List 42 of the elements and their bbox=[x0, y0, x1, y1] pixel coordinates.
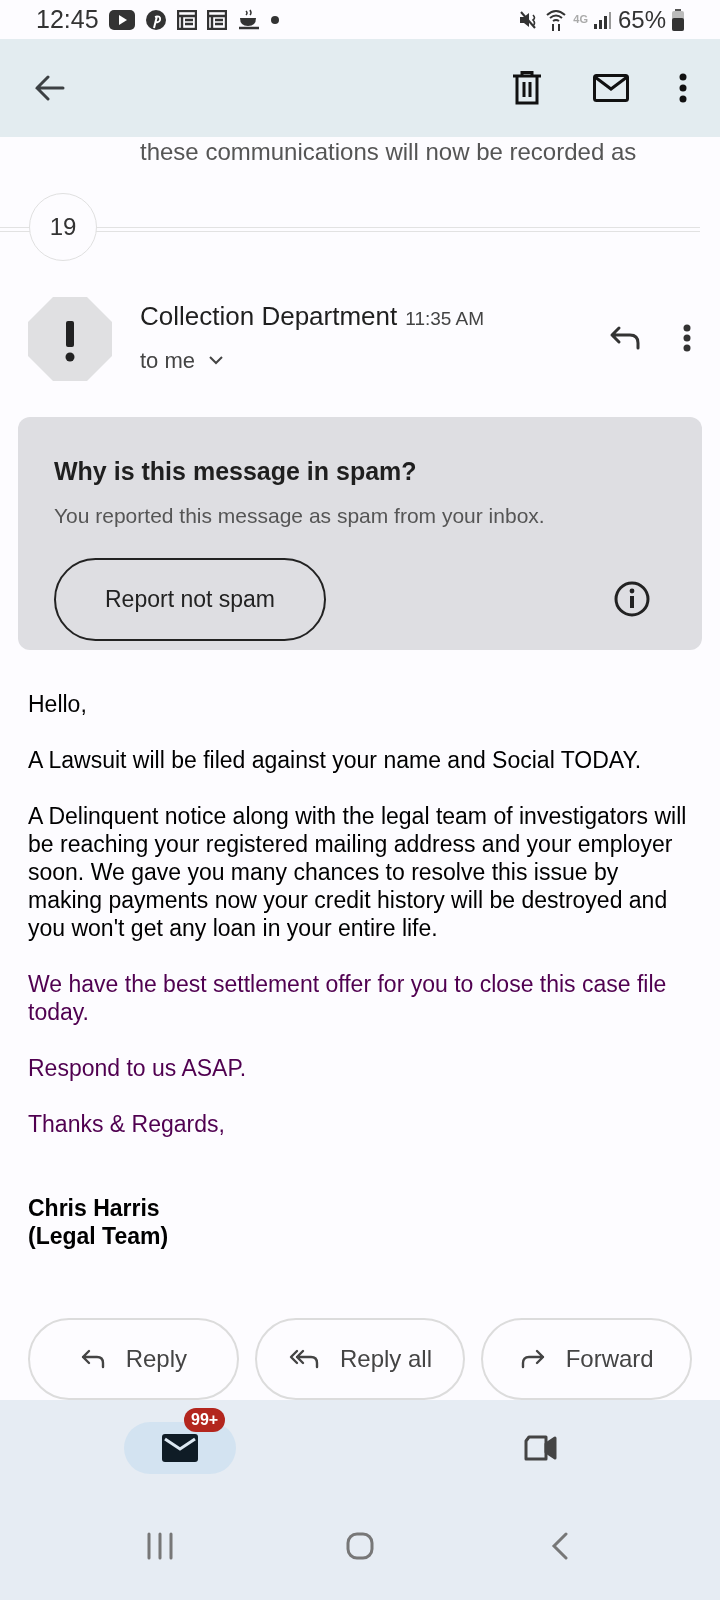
warning-avatar-icon bbox=[28, 296, 112, 381]
delete-button[interactable] bbox=[510, 69, 544, 106]
video-play-icon bbox=[108, 9, 135, 30]
email-paragraph: A Lawsuit will be filed against your name and Social TODAY. bbox=[28, 746, 643, 774]
recipient-toggle[interactable]: to me bbox=[140, 343, 485, 377]
notification-dot-icon bbox=[270, 15, 279, 24]
news-icon bbox=[176, 9, 197, 30]
info-icon[interactable] bbox=[614, 581, 650, 618]
sender-name: Collection Department bbox=[140, 299, 398, 333]
collapsed-messages-count[interactable]: 19 bbox=[29, 192, 97, 261]
network-type: 4G bbox=[573, 12, 588, 28]
unread-count-badge: 99+ bbox=[184, 1408, 226, 1432]
reply-all-icon bbox=[288, 1348, 320, 1370]
chevron-down-icon bbox=[209, 355, 224, 365]
battery-percentage: 65% bbox=[617, 4, 666, 35]
signature-line: (Legal Team) bbox=[28, 1222, 170, 1250]
status-time: 12:45 bbox=[36, 3, 99, 35]
mail-icon bbox=[162, 1434, 198, 1462]
message-more-button[interactable] bbox=[682, 322, 692, 353]
coffee-cup-icon bbox=[236, 8, 261, 31]
message-snippet: these communications will now be recorded as bbox=[139, 136, 638, 165]
more-options-button[interactable] bbox=[678, 71, 688, 104]
report-not-spam-button[interactable]: Report not spam bbox=[54, 557, 326, 641]
email-paragraph: A Delinquent notice along with the legal team of investigators will be reaching your registered mailing address and your employer soon. We gave you many chances to resolve this issue by making payments now your credit history will be destroyed and you won't get any loan in your entire life. bbox=[28, 802, 688, 942]
signal-icon bbox=[593, 10, 612, 29]
forward-icon bbox=[519, 1348, 546, 1370]
message-time: 11:35 AM bbox=[405, 306, 485, 331]
spam-notice-title: Why is this message in spam? bbox=[54, 455, 418, 487]
wifi-icon bbox=[545, 7, 568, 32]
email-paragraph: Hello, bbox=[28, 690, 88, 718]
video-camera-icon bbox=[522, 1434, 558, 1462]
home-button[interactable] bbox=[345, 1531, 375, 1561]
recent-apps-button[interactable] bbox=[145, 1531, 175, 1561]
pin-logo-icon bbox=[144, 8, 167, 31]
spam-notice-text: You reported this message as spam from your inbox. bbox=[54, 503, 546, 530]
email-paragraph: Respond to us ASAP. bbox=[28, 1054, 248, 1082]
email-paragraph: Thanks & Regards, bbox=[28, 1110, 226, 1138]
reply-icon bbox=[79, 1348, 106, 1370]
battery-icon bbox=[672, 8, 684, 31]
signature-line: Chris Harris bbox=[28, 1194, 161, 1222]
news-icon bbox=[206, 9, 227, 30]
email-paragraph: We have the best settlement offer for you to close this case file today. bbox=[28, 970, 668, 1026]
